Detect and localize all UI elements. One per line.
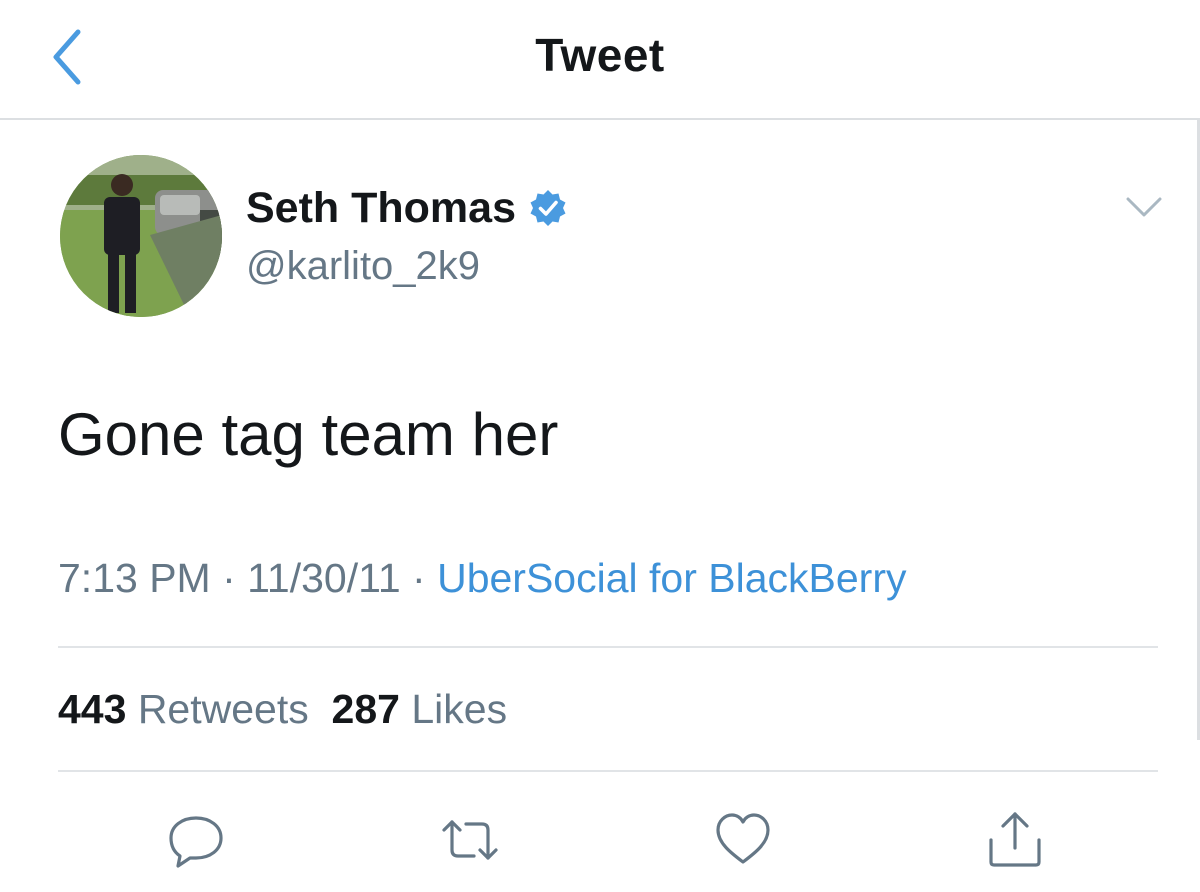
- divider: [58, 646, 1158, 648]
- tweet-text: Gone tag team her: [58, 401, 559, 468]
- retweet-button[interactable]: [440, 810, 500, 870]
- divider: [58, 770, 1158, 772]
- author-display-name[interactable]: Seth Thomas: [246, 184, 516, 233]
- avatar[interactable]: [60, 155, 222, 317]
- like-icon: [716, 813, 770, 864]
- retweets-stat[interactable]: 443 Retweets: [58, 686, 309, 732]
- more-options-button[interactable]: [1122, 190, 1166, 224]
- share-icon: [989, 812, 1041, 867]
- retweet-icon: [442, 820, 498, 860]
- tweet-time: 7:13 PM: [58, 555, 211, 601]
- author-name-row[interactable]: Seth Thomas: [246, 182, 568, 234]
- author-handle[interactable]: @karlito_2k9: [246, 244, 480, 289]
- retweets-label: Retweets: [137, 686, 309, 732]
- meta-separator: ·: [400, 555, 438, 601]
- chevron-down-icon: [1126, 197, 1162, 217]
- tweet-date: 11/30/11: [247, 555, 401, 601]
- page-title: Tweet: [535, 29, 665, 81]
- likes-count: 287: [331, 686, 400, 732]
- verified-badge-icon: [530, 190, 566, 226]
- reply-icon: [169, 816, 223, 868]
- likes-stat[interactable]: 287 Likes: [332, 686, 508, 732]
- like-button[interactable]: [713, 810, 773, 870]
- tweet-source-link[interactable]: UberSocial for BlackBerry: [437, 555, 906, 601]
- likes-label: Likes: [411, 686, 508, 732]
- share-button[interactable]: [985, 810, 1045, 870]
- tweet-stats: 443 Retweets 287 Likes: [58, 686, 507, 733]
- nav-bar: Tweet: [0, 0, 1200, 120]
- reply-button[interactable]: [166, 810, 226, 870]
- meta-separator: ·: [210, 555, 248, 601]
- retweets-count: 443: [58, 686, 127, 732]
- tweet-metadata: 7:13 PM · 11/30/11 · UberSocial for Blac…: [58, 555, 906, 602]
